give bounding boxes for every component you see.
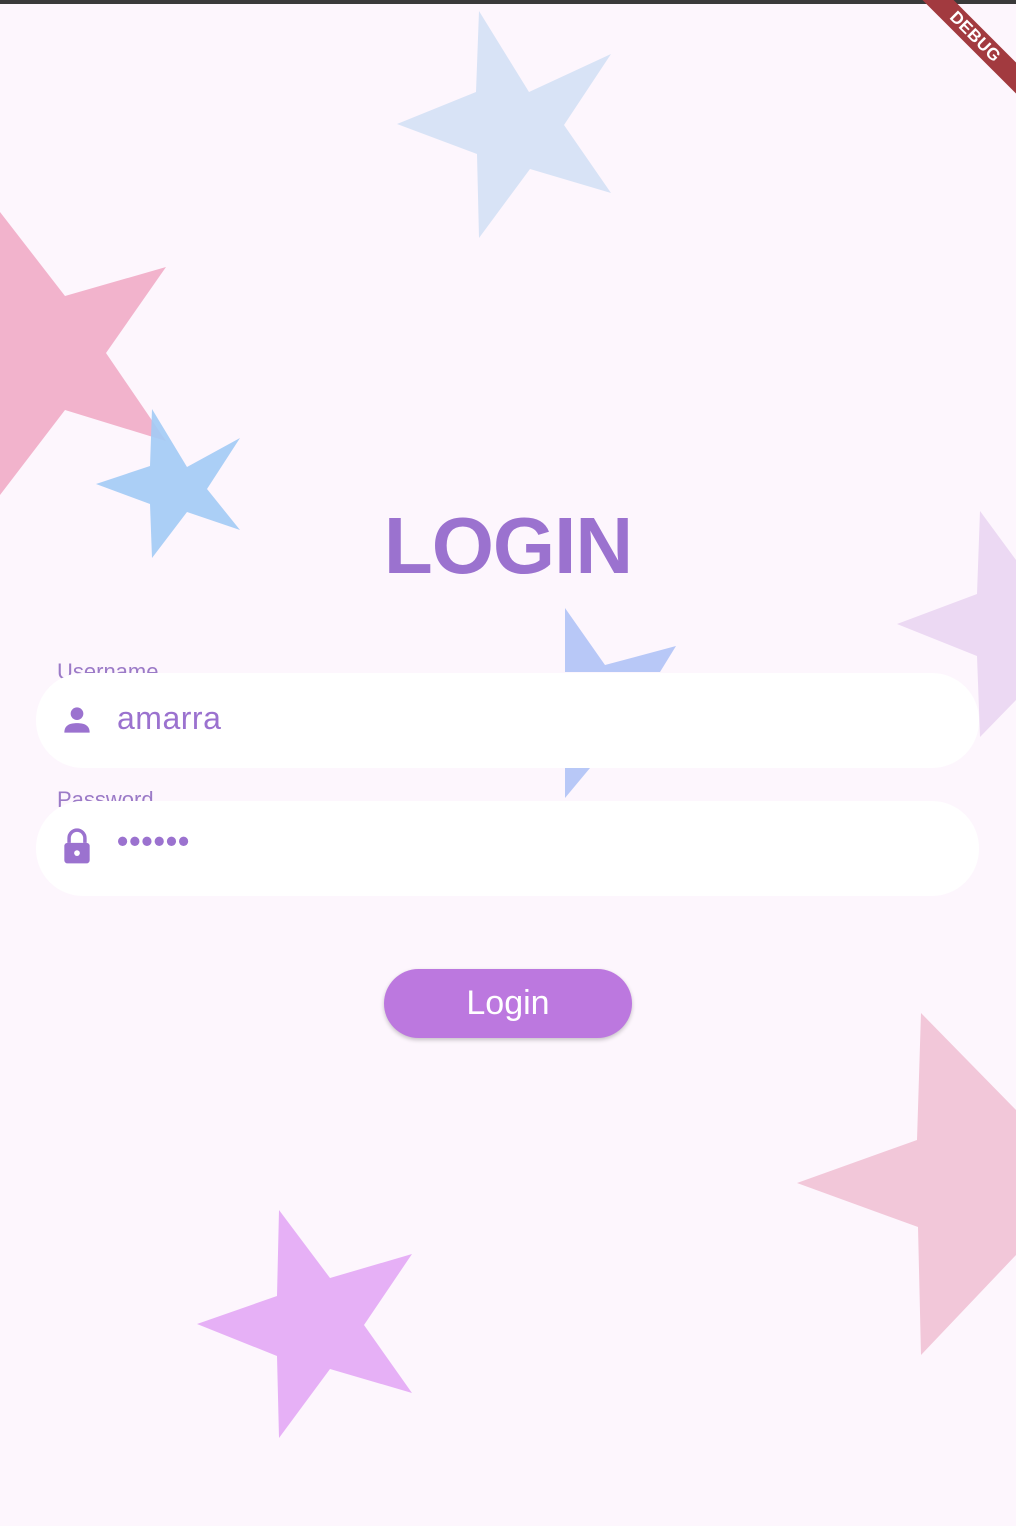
password-value[interactable]: •••••• — [117, 823, 190, 860]
star-decoration — [197, 1210, 412, 1438]
debug-ribbon-label: DEBUG — [907, 0, 1016, 105]
password-field[interactable]: •••••• — [36, 801, 979, 896]
username-value[interactable]: amarra — [117, 700, 221, 737]
page-title: LOGIN — [383, 501, 633, 590]
star-decoration — [565, 608, 676, 672]
lock-icon — [64, 828, 90, 864]
star-decoration — [397, 11, 611, 238]
star-decoration — [565, 768, 590, 798]
username-field[interactable]: amarra — [36, 673, 979, 768]
star-decoration — [797, 1013, 1016, 1355]
login-button[interactable]: Login — [384, 969, 632, 1038]
debug-banner: DEBUG — [896, 0, 1016, 120]
star-decoration — [0, 212, 166, 495]
person-icon — [64, 707, 90, 733]
